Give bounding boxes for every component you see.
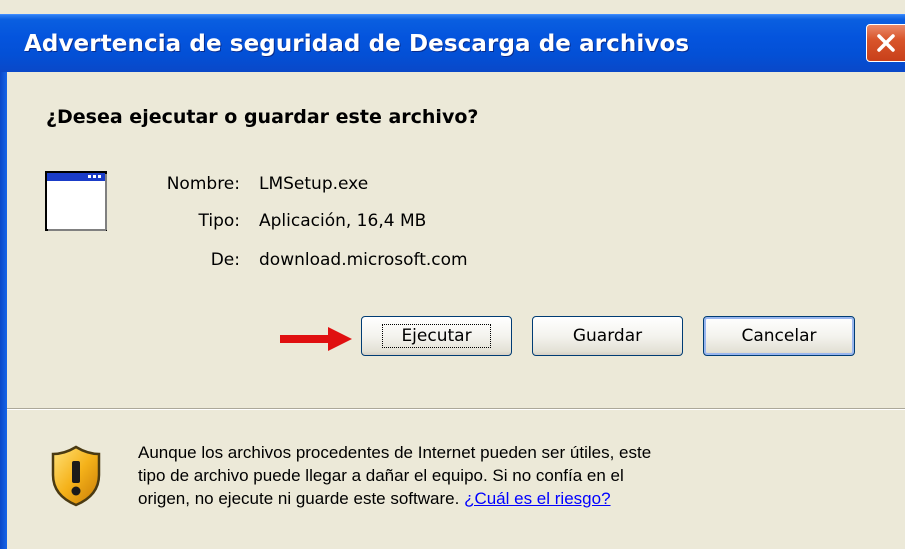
file-source-label: De: <box>210 250 240 270</box>
risk-info-link[interactable]: ¿Cuál es el riesgo? <box>464 489 610 508</box>
red-right-arrow-icon <box>280 327 352 351</box>
run-button[interactable]: Ejecutar <box>361 316 512 356</box>
close-icon <box>877 34 895 52</box>
run-button-label: Ejecutar <box>382 324 491 348</box>
security-warning-dialog: Advertencia de seguridad de Descarga de … <box>0 0 905 549</box>
file-type-value: Aplicación, 16,4 MB <box>259 211 427 231</box>
warning-line-2: tipo de archivo puede llegar a dañar el … <box>138 466 624 485</box>
security-warning-text: Aunque los archivos procedentes de Inter… <box>138 441 818 510</box>
file-source-value: download.microsoft.com <box>259 250 468 270</box>
file-name-value: LMSetup.exe <box>259 174 369 194</box>
warning-line-3-text: origen, no ejecute ni guarde este softwa… <box>138 489 460 508</box>
window-border <box>0 72 7 549</box>
dialog-question: ¿Desea ejecutar o guardar este archivo? <box>46 106 479 128</box>
window-title: Advertencia de seguridad de Descarga de … <box>24 31 690 57</box>
security-shield-icon <box>51 445 101 507</box>
save-button[interactable]: Guardar <box>532 316 683 356</box>
warning-line-3: origen, no ejecute ni guarde este softwa… <box>138 487 818 510</box>
title-bar[interactable]: Advertencia de seguridad de Descarga de … <box>0 14 905 72</box>
file-type-label: Tipo: <box>198 211 240 231</box>
close-button[interactable] <box>866 24 905 62</box>
cancel-button[interactable]: Cancelar <box>703 316 855 356</box>
file-name-label: Nombre: <box>166 174 240 194</box>
warning-line-1: Aunque los archivos procedentes de Inter… <box>138 443 652 462</box>
section-divider <box>7 408 905 410</box>
